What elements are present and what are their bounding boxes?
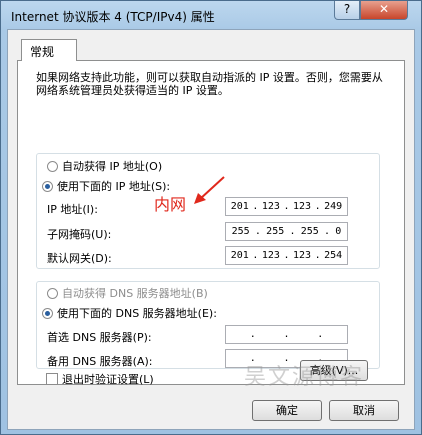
default-gateway-input[interactable]: 201. 123. 123. 254: [225, 246, 348, 265]
validate-option[interactable]: 退出时验证设置(L): [46, 371, 154, 387]
dns-auto-option[interactable]: 自动获得 DNS 服务器地址(B): [47, 285, 208, 301]
ip-octet-3: 123: [293, 201, 312, 212]
mask-octet-1: 255: [231, 226, 250, 237]
watermark-text: 吴文源博客: [244, 365, 365, 390]
subnet-mask-label: 子网掩码(U):: [47, 228, 112, 241]
dialog-window: Internet 协议版本 4 (TCP/IPv4) 属性 ? ✕ 常规 如果网…: [0, 0, 422, 435]
description-text: 如果网络支持此功能，则可以获取自动指派的 IP 设置。否则，您需要从网络系统管理…: [36, 71, 383, 97]
octet-separator: .: [254, 226, 261, 237]
ip-auto-label: 自动获得 IP 地址(O): [62, 160, 163, 173]
octet-separator: .: [289, 226, 296, 237]
octet-separator: .: [252, 250, 259, 261]
ip-auto-radio[interactable]: [47, 160, 58, 172]
alternate-dns-label: 备用 DNS 服务器(A):: [47, 355, 153, 368]
close-button[interactable]: ✕: [360, 1, 408, 20]
dns-manual-radio[interactable]: [42, 307, 53, 319]
mask-octet-2: 255: [266, 226, 285, 237]
octet-separator: .: [283, 329, 290, 340]
help-button[interactable]: ?: [334, 1, 360, 20]
gw-octet-2: 123: [261, 250, 280, 261]
validate-label: 退出时验证设置(L): [62, 373, 154, 386]
ip-auto-option[interactable]: 自动获得 IP 地址(O): [47, 158, 162, 174]
ip-manual-radio[interactable]: [42, 180, 53, 192]
dns-manual-label: 使用下面的 DNS 服务器地址(E):: [57, 307, 217, 320]
cancel-button[interactable]: 取消: [329, 400, 399, 421]
octet-separator: .: [314, 201, 321, 212]
ip-manual-option[interactable]: 使用下面的 IP 地址(S):: [42, 178, 170, 194]
octet-separator: .: [317, 329, 324, 340]
gw-octet-1: 201: [230, 250, 249, 261]
validate-checkbox[interactable]: [46, 373, 58, 385]
octet-separator: .: [252, 201, 259, 212]
mask-octet-4: 0: [335, 226, 342, 237]
ip-octet-2: 123: [261, 201, 280, 212]
gw-octet-3: 123: [293, 250, 312, 261]
tab-general[interactable]: 常规: [21, 39, 77, 61]
default-gateway-label: 默认网关(D):: [47, 252, 112, 265]
annotation-label: 内网: [154, 195, 187, 214]
dns-auto-label: 自动获得 DNS 服务器地址(B): [62, 287, 208, 300]
dns-manual-option[interactable]: 使用下面的 DNS 服务器地址(E):: [42, 305, 217, 321]
ip-octet-1: 201: [230, 201, 249, 212]
preferred-dns-label: 首选 DNS 服务器(P):: [47, 331, 152, 344]
ip-address-label: IP 地址(I):: [47, 203, 98, 216]
general-panel: 如果网络支持此功能，则可以获取自动指派的 IP 设置。否则，您需要从网络系统管理…: [17, 60, 405, 387]
octet-separator: .: [314, 250, 321, 261]
annotation-arrow-icon: [194, 176, 225, 204]
window-title: Internet 协议版本 4 (TCP/IPv4) 属性: [11, 10, 215, 24]
octet-separator: .: [283, 250, 290, 261]
mask-octet-3: 255: [300, 226, 319, 237]
octet-separator: .: [324, 226, 331, 237]
ip-address-input[interactable]: 201. 123. 123. 249: [225, 197, 348, 216]
octet-separator: .: [283, 201, 290, 212]
octet-separator: .: [249, 329, 256, 340]
dns-auto-radio[interactable]: [47, 287, 58, 299]
preferred-dns-input[interactable]: . . .: [225, 325, 348, 344]
subnet-mask-input[interactable]: 255. 255. 255. 0: [225, 222, 348, 241]
ip-octet-4: 249: [324, 201, 343, 212]
ok-button[interactable]: 确定: [252, 400, 322, 421]
gw-octet-4: 254: [324, 250, 343, 261]
